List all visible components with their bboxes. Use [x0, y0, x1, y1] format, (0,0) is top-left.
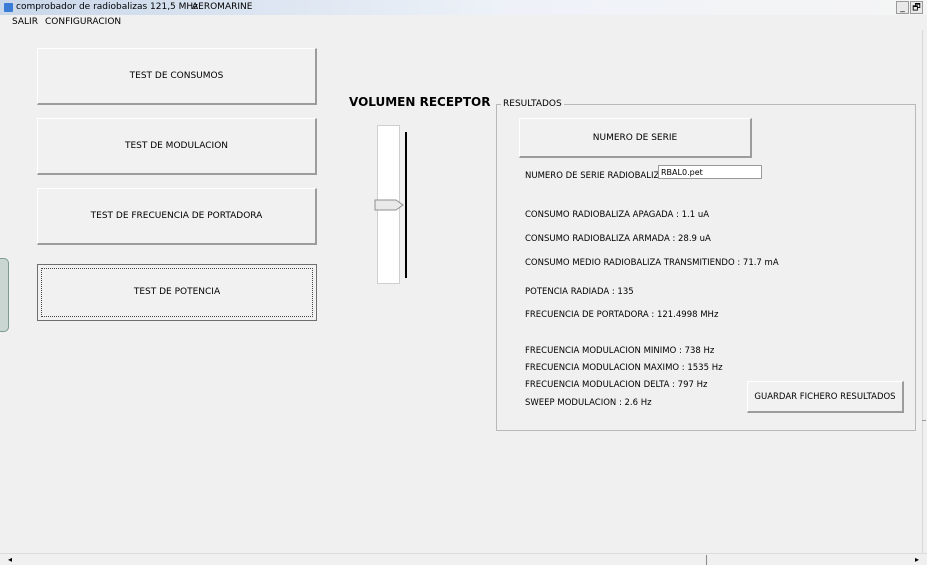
maximize-button[interactable]: 🗗	[910, 1, 923, 14]
test-consumos-label: TEST DE CONSUMOS	[129, 71, 224, 81]
serial-number-label: NUMERO DE SERIE RADIOBALIZA	[525, 171, 666, 181]
test-consumos-button[interactable]: TEST DE CONSUMOS	[37, 48, 317, 105]
result-line: FRECUENCIA MODULACION DELTA : 797 Hz	[525, 380, 708, 390]
minimize-button[interactable]: _	[896, 1, 909, 14]
scroll-thumb[interactable]	[706, 555, 707, 565]
test-modulacion-button[interactable]: TEST DE MODULACION	[37, 118, 317, 175]
vertical-scrollbar[interactable]	[922, 30, 923, 553]
menu-salir[interactable]: SALIR	[12, 15, 38, 30]
result-line: CONSUMO MEDIO RADIOBALIZA TRANSMITIENDO …	[525, 258, 779, 268]
window-title: comprobador de radiobalizas 121,5 MHz	[16, 2, 198, 12]
volume-slider-thumb[interactable]	[374, 199, 404, 211]
serial-number-field[interactable]	[658, 165, 762, 179]
test-frecuencia-button[interactable]: TEST DE FRECUENCIA DE PORTADORA	[37, 188, 317, 245]
horizontal-scrollbar[interactable]: ◂ ▸	[0, 553, 927, 565]
brand-label: AEROMARINE	[192, 2, 253, 12]
test-modulacion-label: TEST DE MODULACION	[124, 141, 229, 151]
serial-number-button[interactable]: NUMERO DE SERIE	[519, 118, 752, 158]
test-potencia-label: TEST DE POTENCIA	[133, 287, 221, 297]
volume-label: VOLUMEN RECEPTOR	[349, 95, 491, 109]
result-line: FRECUENCIA MODULACION MINIMO : 738 Hz	[525, 346, 715, 356]
result-line: POTENCIA RADIADA : 135	[525, 287, 634, 297]
scroll-right-icon[interactable]: ▸	[915, 554, 919, 565]
result-line: FRECUENCIA DE PORTADORA : 121.4998 MHz	[525, 310, 719, 320]
result-line: FRECUENCIA MODULACION MAXIMO : 1535 Hz	[525, 363, 723, 373]
result-line: CONSUMO RADIOBALIZA APAGADA : 1.1 uA	[525, 210, 710, 220]
result-line: CONSUMO RADIOBALIZA ARMADA : 28.9 uA	[525, 234, 711, 244]
test-potencia-button[interactable]: TEST DE POTENCIA	[37, 264, 317, 321]
menu-bar: SALIR CONFIGURACION	[0, 15, 927, 30]
result-line: SWEEP MODULACION : 2.6 Hz	[525, 398, 652, 408]
app-icon	[4, 3, 13, 12]
title-bar: comprobador de radiobalizas 121,5 MHz AE…	[0, 0, 927, 15]
results-title: RESULTADOS	[501, 98, 564, 110]
test-frecuencia-label: TEST DE FRECUENCIA DE PORTADORA	[90, 211, 263, 221]
side-panel-handle[interactable]	[0, 258, 9, 332]
scroll-left-icon[interactable]: ◂	[8, 554, 12, 565]
vertical-scroll-marker	[922, 420, 926, 421]
menu-configuracion[interactable]: CONFIGURACION	[45, 15, 121, 30]
volume-tick-line	[405, 132, 407, 278]
save-results-button[interactable]: GUARDAR FICHERO RESULTADOS	[747, 381, 904, 413]
